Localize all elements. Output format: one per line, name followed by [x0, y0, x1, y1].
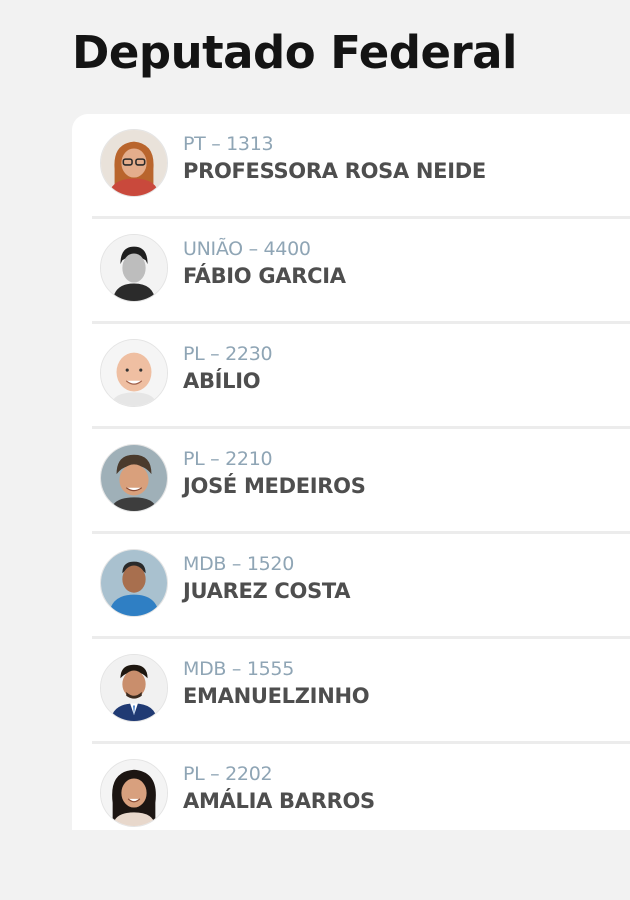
candidate-party: PT – 1313 — [183, 133, 274, 155]
candidate-row[interactable]: MDB – 1555 EMANUELZINHO — [92, 639, 630, 744]
candidate-party: PL – 2202 — [183, 763, 273, 785]
candidate-row[interactable]: UNIÃO – 4400 FÁBIO GARCIA — [92, 219, 630, 324]
candidate-photo-icon — [100, 549, 168, 617]
candidate-row[interactable]: PL – 2230 ABÍLIO — [92, 324, 630, 429]
candidate-photo-icon — [100, 654, 168, 722]
candidate-name: AMÁLIA BARROS — [183, 789, 375, 813]
candidate-photo-icon — [100, 759, 168, 827]
candidate-party: MDB – 1555 — [183, 658, 294, 680]
candidate-photo-icon — [100, 339, 168, 407]
candidate-row[interactable]: MDB – 1520 JUAREZ COSTA — [92, 534, 630, 639]
page-title: Deputado Federal — [72, 26, 517, 79]
candidate-party: PL – 2210 — [183, 448, 273, 470]
candidate-row[interactable]: PT – 1313 PROFESSORA ROSA NEIDE — [92, 114, 630, 219]
candidate-party: UNIÃO – 4400 — [183, 238, 311, 260]
candidate-row[interactable]: PL – 2210 JOSÉ MEDEIROS — [92, 429, 630, 534]
candidate-name: ABÍLIO — [183, 369, 261, 393]
candidate-row[interactable]: PL – 2202 AMÁLIA BARROS — [92, 744, 630, 849]
candidate-name: EMANUELZINHO — [183, 684, 370, 708]
candidate-party: PL – 2230 — [183, 343, 273, 365]
candidate-name: FÁBIO GARCIA — [183, 264, 346, 288]
candidate-name: JOSÉ MEDEIROS — [183, 474, 366, 498]
candidate-name: PROFESSORA ROSA NEIDE — [183, 159, 486, 183]
candidate-photo-icon — [100, 234, 168, 302]
candidate-photo-icon — [100, 129, 168, 197]
candidate-list: PT – 1313 PROFESSORA ROSA NEIDE UNIÃO – … — [72, 114, 630, 830]
candidate-party: MDB – 1520 — [183, 553, 294, 575]
candidate-photo-icon — [100, 444, 168, 512]
candidate-name: JUAREZ COSTA — [183, 579, 351, 603]
page: Deputado Federal PT – 1313 PROFESSORA RO… — [0, 0, 630, 900]
